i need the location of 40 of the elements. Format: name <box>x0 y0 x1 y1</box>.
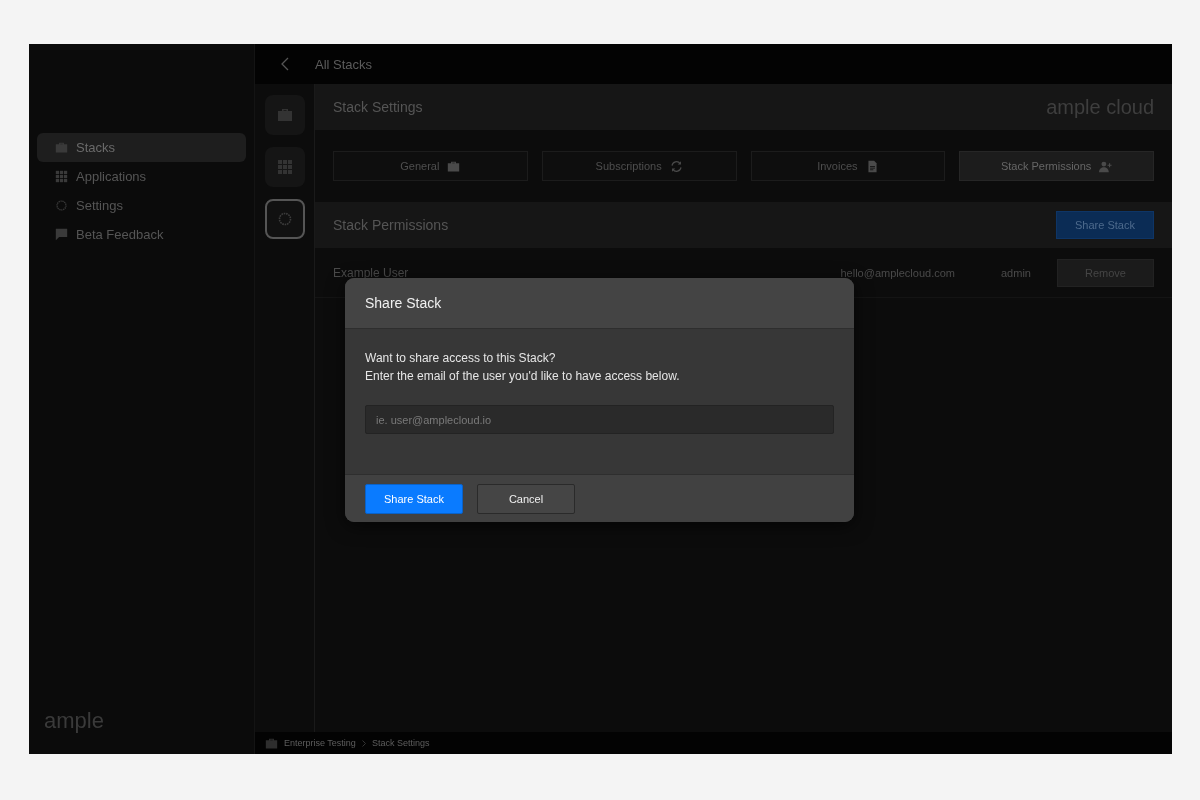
tab[interactable]: Invoices <box>750 151 946 181</box>
briefcase-icon <box>447 159 461 173</box>
cancel-button[interactable]: Cancel <box>477 483 575 514</box>
document-icon <box>865 159 879 173</box>
briefcase-icon <box>55 141 68 154</box>
sidebar-item[interactable]: Beta Feedback <box>37 220 246 249</box>
person-plus-icon <box>1099 159 1113 173</box>
gear-icon <box>276 211 293 227</box>
section-title: Stack Permissions <box>333 217 449 233</box>
tab[interactable]: Stack Permissions <box>959 151 1154 181</box>
user-email: hello@amplecloud.com <box>840 266 955 279</box>
sidebar-item[interactable]: Applications <box>37 162 246 191</box>
section-title: Stack Settings <box>333 99 423 115</box>
dialog-title: Share Stack <box>365 295 442 311</box>
share-stack-button[interactable]: Share Stack <box>1056 211 1154 239</box>
dialog-text: Want to share access to this Stack? <box>365 350 557 367</box>
chevron-icon <box>361 739 366 747</box>
rail-button[interactable] <box>264 147 305 187</box>
share-button[interactable]: Share Stack <box>365 483 463 514</box>
page-title: All Stacks <box>315 56 373 72</box>
grid-icon <box>276 159 293 175</box>
breadcrumb-item[interactable]: Enterprise Testing <box>284 738 356 748</box>
dialog-text: Enter the email of the user you'd like to have access below. <box>365 368 681 385</box>
briefcase-icon <box>276 107 293 123</box>
gear-icon <box>55 199 68 212</box>
user-role: admin <box>1001 266 1032 279</box>
tab[interactable]: General <box>333 151 528 181</box>
chat-icon <box>55 228 68 241</box>
tab[interactable]: Subscriptions <box>541 151 737 181</box>
rail-button[interactable] <box>264 95 305 135</box>
briefcase-icon <box>265 736 278 750</box>
breadcrumb-item[interactable]: Stack Settings <box>371 738 430 748</box>
refresh-icon <box>669 159 683 173</box>
rail-button[interactable] <box>264 199 305 239</box>
back-icon[interactable] <box>281 57 289 71</box>
sidebar-item[interactable]: Stacks <box>37 133 246 162</box>
grid-icon <box>55 170 68 183</box>
user-name: Example User <box>333 265 410 280</box>
sidebar-item[interactable]: Settings <box>37 191 246 220</box>
email-field[interactable]: ie. user@amplecloud.io <box>365 405 834 434</box>
